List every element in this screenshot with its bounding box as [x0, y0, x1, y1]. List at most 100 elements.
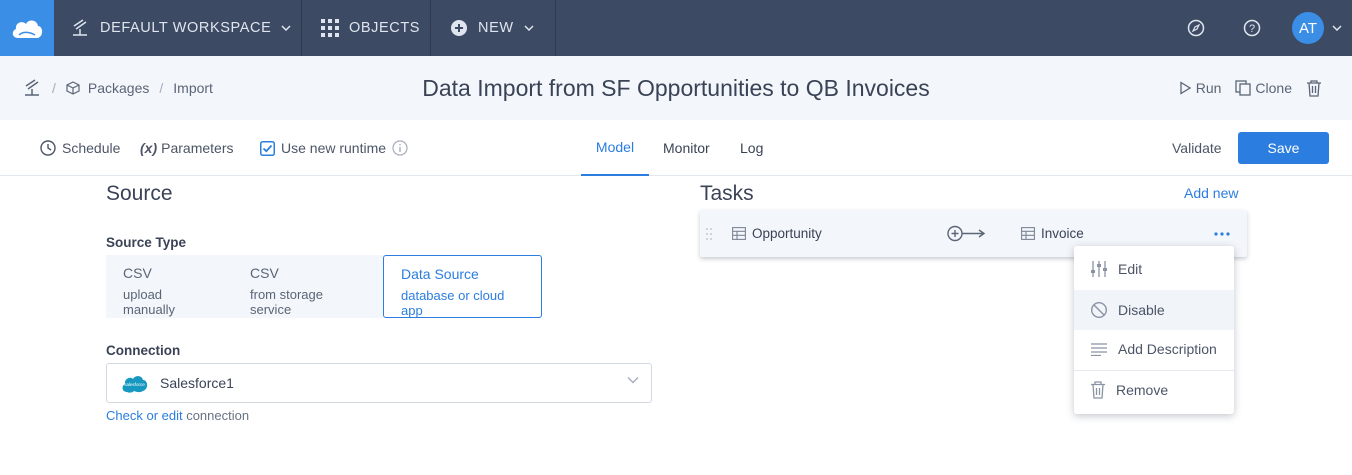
parameters-button[interactable]: (x) Parameters — [140, 120, 233, 176]
play-icon — [1180, 81, 1191, 95]
chevron-down-icon[interactable] — [1332, 25, 1342, 31]
save-button[interactable]: Save — [1238, 132, 1329, 164]
package-icon — [66, 81, 80, 95]
task-context-menu: Edit Disable Add Description Remove — [1074, 246, 1234, 414]
map-arrow-icon[interactable] — [946, 225, 988, 242]
trash-icon — [1307, 79, 1321, 97]
variable-icon: (x) — [140, 140, 158, 156]
copy-icon — [1235, 80, 1252, 96]
tab-log[interactable]: Log — [740, 120, 763, 176]
clone-button[interactable]: Clone — [1235, 80, 1292, 96]
use-new-runtime-label: Use new runtime — [281, 140, 387, 156]
source-option-csv-upload[interactable]: CSV upload manually — [106, 255, 233, 318]
source-option-subtitle: database or cloud app — [401, 288, 505, 318]
chevron-down-icon — [524, 25, 534, 31]
help-button[interactable]: ? — [1240, 16, 1264, 40]
app-logo[interactable] — [0, 0, 54, 56]
menu-item-label: Add Description — [1118, 341, 1217, 357]
connection-help: Check or edit connection — [106, 408, 249, 423]
table-icon — [1021, 227, 1035, 240]
divider — [430, 0, 431, 56]
divider — [555, 0, 556, 56]
info-icon[interactable] — [392, 140, 408, 156]
connection-label: Connection — [106, 343, 181, 358]
disable-icon — [1090, 301, 1108, 319]
page-header: Data Import from SF Opportunities to QB … — [0, 56, 1352, 120]
clock-icon — [40, 140, 56, 156]
task-target-label: Invoice — [1041, 226, 1084, 241]
menu-item-label: Disable — [1118, 302, 1165, 318]
menu-item-add-description[interactable]: Add Description — [1074, 329, 1234, 369]
validate-button[interactable]: Validate — [1172, 120, 1222, 176]
top-navigation-bar: DEFAULT WORKSPACE OBJECTS NEW ? AT — [0, 0, 1352, 56]
connection-select[interactable]: salesforce Salesforce1 — [106, 363, 652, 403]
source-option-title: Data Source — [401, 266, 479, 282]
breadcrumb: / Packages / Import — [22, 56, 213, 120]
menu-item-disable[interactable]: Disable — [1074, 290, 1234, 330]
more-options-icon[interactable] — [1214, 232, 1230, 236]
text-lines-icon — [1091, 343, 1107, 356]
breadcrumb-import[interactable]: Import — [173, 80, 213, 96]
trash-icon — [1091, 381, 1105, 399]
package-toolbar: Schedule (x) Parameters Use new runtime … — [0, 120, 1352, 176]
tab-monitor[interactable]: Monitor — [663, 120, 710, 176]
telescope-icon[interactable] — [22, 78, 42, 98]
breadcrumb-separator: / — [52, 80, 56, 96]
compass-icon — [1187, 19, 1205, 37]
connection-help-suffix: connection — [182, 408, 250, 423]
salesforce-logo-text: salesforce — [124, 382, 145, 387]
tab-model[interactable]: Model — [581, 120, 649, 176]
use-new-runtime-checkbox[interactable]: Use new runtime — [260, 120, 408, 176]
task-source[interactable]: Opportunity — [732, 210, 822, 257]
source-heading: Source — [106, 182, 173, 205]
menu-item-label: Remove — [1116, 382, 1169, 398]
task-source-label: Opportunity — [752, 226, 822, 241]
tasks-heading: Tasks — [700, 182, 754, 205]
sliders-icon — [1091, 261, 1107, 277]
parameters-label: Parameters — [161, 140, 234, 156]
workspace-label: DEFAULT WORKSPACE — [100, 20, 272, 36]
objects-label: OBJECTS — [349, 20, 421, 36]
svg-text:?: ? — [1249, 23, 1255, 35]
run-button[interactable]: Run — [1178, 80, 1222, 96]
grid-icon — [321, 19, 339, 37]
source-option-subtitle: upload manually — [123, 287, 176, 317]
objects-menu[interactable]: OBJECTS — [321, 0, 420, 56]
compass-button[interactable] — [1184, 16, 1208, 40]
source-option-data-source[interactable]: Data Source database or cloud app — [383, 255, 542, 318]
menu-item-edit[interactable]: Edit — [1074, 249, 1234, 289]
salesforce-logo-icon: salesforce — [122, 375, 148, 393]
schedule-button[interactable]: Schedule — [40, 120, 120, 176]
checkbox-checked-icon — [260, 140, 275, 156]
new-label: NEW — [478, 20, 514, 36]
connection-value: Salesforce1 — [160, 375, 234, 391]
source-type-label: Source Type — [106, 235, 187, 250]
breadcrumb-separator: / — [159, 80, 164, 96]
help-icon: ? — [1243, 19, 1261, 37]
chevron-down-icon — [281, 25, 291, 31]
source-option-subtitle: from storage service — [250, 287, 323, 317]
plus-circle-icon — [451, 20, 467, 36]
check-edit-connection-link[interactable]: Check or edit — [106, 408, 183, 423]
menu-item-label: Edit — [1118, 261, 1143, 277]
source-option-title: CSV — [123, 265, 152, 281]
user-avatar[interactable]: AT — [1292, 12, 1324, 44]
divider — [301, 0, 302, 56]
source-option-title: CSV — [250, 265, 279, 281]
workspace-selector[interactable]: DEFAULT WORKSPACE — [70, 0, 291, 56]
run-label: Run — [1195, 80, 1222, 96]
delete-button[interactable] — [1306, 79, 1322, 97]
drag-handle-icon[interactable] — [705, 227, 713, 241]
chevron-down-icon — [627, 377, 639, 384]
table-icon — [732, 227, 746, 240]
add-new-task-link[interactable]: Add new — [1184, 185, 1238, 201]
telescope-icon — [73, 19, 87, 36]
breadcrumb-packages[interactable]: Packages — [88, 80, 149, 96]
source-option-csv-storage[interactable]: CSV from storage service — [233, 255, 383, 318]
cloud-logo-icon — [12, 20, 43, 38]
header-actions: Run Clone — [1178, 56, 1322, 120]
menu-item-remove[interactable]: Remove — [1074, 370, 1234, 410]
new-menu[interactable]: NEW — [450, 0, 534, 56]
schedule-label: Schedule — [62, 140, 121, 156]
clone-label: Clone — [1255, 80, 1292, 96]
